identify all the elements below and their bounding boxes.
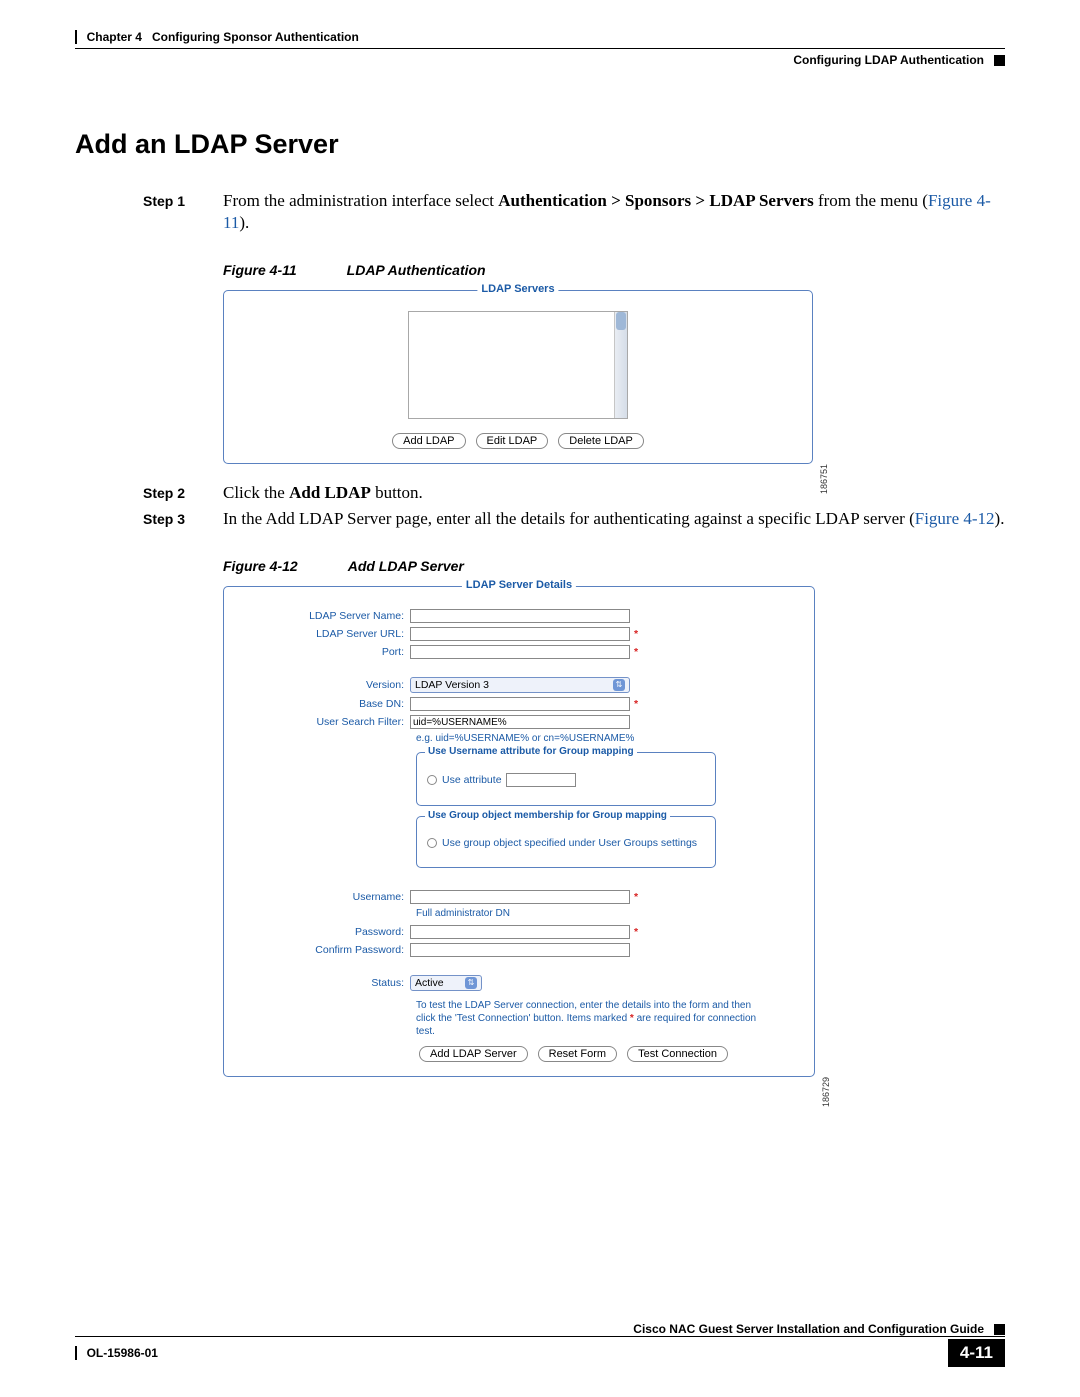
add-ldap-server-button[interactable]: Add LDAP Server (419, 1046, 528, 1062)
fieldset-legend: Use Group object membership for Group ma… (425, 810, 670, 821)
row-status: Status: Active⇅ (242, 975, 796, 991)
ldap-servers-listbox[interactable] (408, 311, 628, 419)
input-filter[interactable]: uid=%USERNAME% (410, 715, 630, 729)
label-username: Username: (242, 891, 410, 903)
fieldset-legend: LDAP Server Details (462, 579, 576, 591)
row-server-name: LDAP Server Name: (242, 609, 796, 623)
running-header: Chapter 4 Configuring Sponsor Authentica… (75, 30, 1005, 44)
figure-12-screenshot: LDAP Server Details LDAP Server Name: LD… (223, 586, 815, 1077)
step-2: Step 2 Click the Add LDAP button. (143, 482, 1005, 504)
input-basedn[interactable] (410, 697, 630, 711)
scrollbar[interactable] (614, 312, 627, 418)
test-connection-button[interactable]: Test Connection (627, 1046, 728, 1062)
label-status: Status: (242, 977, 410, 989)
input-server-name[interactable] (410, 609, 630, 623)
required-icon: * (634, 646, 638, 658)
figure-11-screenshot: LDAP Servers Add LDAP Edit LDAP Delete L… (223, 290, 813, 464)
label-filter: User Search Filter: (242, 716, 410, 728)
step-label: Step 1 (143, 190, 223, 234)
input-port[interactable] (410, 645, 630, 659)
chapter-title: Configuring Sponsor Authentication (152, 30, 359, 44)
fieldset-legend: Use Username attribute for Group mapping (425, 746, 637, 757)
header-rule (75, 48, 1005, 49)
ldap-details-fieldset: LDAP Server Details LDAP Server Name: LD… (223, 586, 815, 1077)
image-id: 186751 (819, 464, 829, 494)
label-server-url: LDAP Server URL: (242, 628, 410, 640)
required-icon: * (634, 926, 638, 938)
label-version: Version: (242, 679, 410, 691)
row-filter: User Search Filter: uid=%USERNAME% (242, 715, 796, 729)
filter-hint: e.g. uid=%USERNAME% or cn=%USERNAME% (416, 733, 796, 744)
step-label: Step 2 (143, 482, 223, 504)
page-content: Chapter 4 Configuring Sponsor Authentica… (75, 30, 1005, 1077)
label-confirm: Confirm Password: (242, 944, 410, 956)
page-footer: Cisco NAC Guest Server Installation and … (75, 1322, 1005, 1367)
row-password: Password: * (242, 925, 796, 939)
reset-form-button[interactable]: Reset Form (538, 1046, 617, 1062)
input-password[interactable] (410, 925, 630, 939)
select-version[interactable]: LDAP Version 3⇅ (410, 677, 630, 693)
username-hint: Full administrator DN (416, 908, 796, 919)
add-ldap-button[interactable]: Add LDAP (392, 433, 465, 449)
row-basedn: Base DN: * (242, 697, 796, 711)
edit-ldap-button[interactable]: Edit LDAP (476, 433, 549, 449)
input-confirm-password[interactable] (410, 943, 630, 957)
input-username[interactable] (410, 890, 630, 904)
figure-ref[interactable]: Figure 4-12 (915, 509, 995, 528)
step-3: Step 3 In the Add LDAP Server page, ente… (143, 508, 1005, 530)
radio-use-attribute[interactable] (427, 775, 437, 785)
radio-label: Use attribute (442, 774, 502, 786)
row-version: Version: LDAP Version 3⇅ (242, 677, 796, 693)
step-text: Click the Add LDAP button. (223, 482, 1005, 504)
footer-rule (75, 1336, 1005, 1337)
step-label: Step 3 (143, 508, 223, 530)
section-marker (994, 55, 1005, 66)
row-server-url: LDAP Server URL: * (242, 627, 796, 641)
input-server-url[interactable] (410, 627, 630, 641)
fieldset-legend: LDAP Servers (477, 283, 558, 295)
label-server-name: LDAP Server Name: (242, 610, 410, 622)
row-username: Username: * (242, 890, 796, 904)
label-basedn: Base DN: (242, 698, 410, 710)
footer-marker (994, 1324, 1005, 1335)
figure-12-caption: Figure 4-12Add LDAP Server (223, 558, 1005, 574)
fieldset-user-attr: Use Username attribute for Group mapping… (416, 752, 716, 806)
step-1: Step 1 From the administration interface… (143, 190, 1005, 234)
required-icon: * (634, 891, 638, 903)
required-icon: * (634, 628, 638, 640)
chapter-number: Chapter 4 (87, 30, 142, 44)
input-use-attribute[interactable] (506, 773, 576, 787)
doc-id: OL-15986-01 (87, 1346, 158, 1360)
chevron-updown-icon: ⇅ (613, 679, 625, 691)
step-text: From the administration interface select… (223, 190, 1005, 234)
label-port: Port: (242, 646, 410, 658)
page-heading: Add an LDAP Server (75, 129, 1005, 160)
fieldset-group-obj: Use Group object membership for Group ma… (416, 816, 716, 868)
radio-label: Use group object specified under User Gr… (442, 837, 697, 849)
radio-group-object[interactable] (427, 838, 437, 848)
row-confirm: Confirm Password: (242, 943, 796, 957)
test-connection-hint: To test the LDAP Server connection, ente… (416, 999, 766, 1038)
select-status[interactable]: Active⇅ (410, 975, 482, 991)
section-title: Configuring LDAP Authentication (793, 53, 984, 67)
chevron-updown-icon: ⇅ (465, 977, 477, 989)
page-number: 4-11 (948, 1339, 1005, 1367)
row-port: Port: * (242, 645, 796, 659)
label-password: Password: (242, 926, 410, 938)
step-text: In the Add LDAP Server page, enter all t… (223, 508, 1005, 530)
ldap-servers-fieldset: LDAP Servers Add LDAP Edit LDAP Delete L… (223, 290, 813, 464)
guide-title: Cisco NAC Guest Server Installation and … (633, 1322, 984, 1336)
image-id: 186729 (821, 1077, 831, 1107)
figure-11-caption: Figure 4-11LDAP Authentication (223, 262, 1005, 278)
required-icon: * (634, 698, 638, 710)
delete-ldap-button[interactable]: Delete LDAP (558, 433, 644, 449)
